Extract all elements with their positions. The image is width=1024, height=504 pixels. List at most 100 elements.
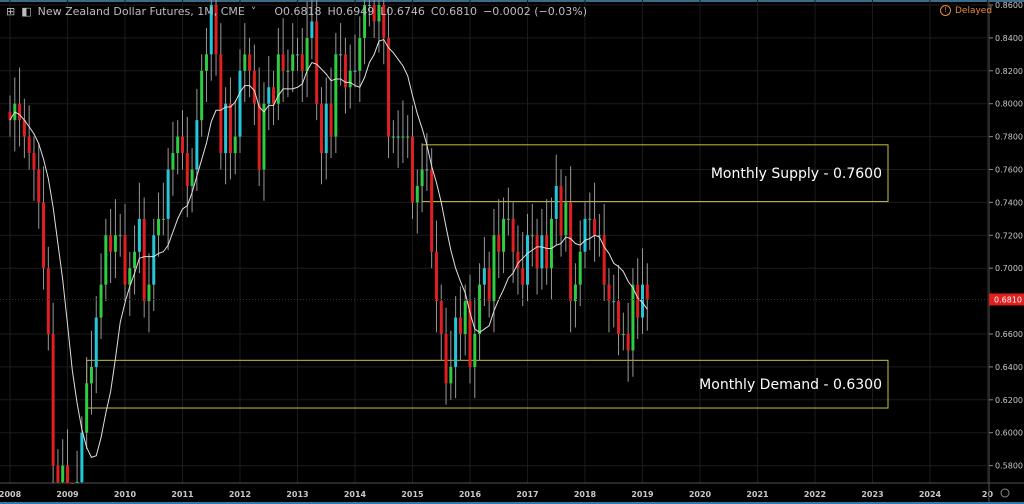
candle-body [564,202,568,236]
candle-body [506,218,510,220]
candle-body [75,482,79,484]
candle-body [502,218,506,252]
candle-body [617,301,621,334]
candle-body [181,136,184,154]
supply-zone-label: Monthly Supply - 0.7600 [711,166,882,182]
grid-icon[interactable]: ⊞ [6,5,15,18]
y-tick-label: 0.7000 [995,264,1023,273]
candle-body [583,218,587,252]
candle-body [248,54,252,71]
candle-body [526,235,529,285]
candle-body [286,70,290,72]
candle-body [626,334,630,351]
warning-icon: ! [940,5,951,16]
high-value: H0.6949 [327,5,375,18]
candle-body [554,185,558,219]
x-tick-label: 2020 [689,490,712,499]
y-tick-label: 0.8000 [995,100,1023,109]
candle-body [621,334,625,335]
last-price-label: 0.6810 [994,295,1022,304]
candle-body [262,103,266,170]
candle-body [420,169,424,186]
candle-body [636,284,640,318]
candle-body [118,235,122,237]
candle-body [267,87,271,104]
candle-body [319,103,323,154]
candle-body [109,235,113,252]
settings-gear-icon [1000,488,1010,498]
candle-body [411,136,414,203]
candle-body [549,218,553,269]
x-tick-label: 2011 [171,490,194,499]
candle-body [578,251,582,285]
flag-icon[interactable]: ◧ [21,5,31,18]
x-tick-label: 2019 [631,490,654,499]
candle-body [219,54,223,154]
candle-body [478,284,482,334]
candle-body [463,301,467,334]
candle-body [104,235,108,285]
demand-zone-label: Monthly Demand - 0.6300 [699,377,882,393]
close-value: C0.6810 [430,5,478,18]
candle-body [329,103,333,137]
candle-body [387,37,391,137]
candle-body [305,37,309,71]
candle-body [535,235,539,269]
y-tick-label: 0.7600 [995,166,1023,175]
candle-body [37,169,41,203]
candle-body [157,218,161,236]
candle-body [569,202,573,302]
candle-body [42,202,46,269]
candle-body [137,218,141,252]
y-tick-label: 0.7800 [995,133,1023,142]
candle-body [204,54,208,71]
candle-body [195,120,199,170]
candle-body [593,218,597,236]
candle-body [645,284,649,300]
x-tick-label: 2018 [574,490,597,499]
y-tick-label: 0.6200 [995,396,1023,405]
candle-body [439,301,443,334]
candle-body [353,70,357,72]
candle-body [425,169,429,171]
change-value: −0.0002 (−0.03%) [483,5,588,18]
candle-body [315,21,319,104]
candle-body [434,251,438,302]
x-tick-label: 2017 [516,490,538,499]
candle-body [66,465,69,483]
y-tick-label: 0.7200 [995,231,1023,240]
x-tick-label: 2021 [746,490,769,499]
open-value: O0.6818 [274,5,322,18]
candle-body [147,284,151,302]
candle-body [18,103,22,121]
candle-body [482,268,486,285]
candle-body [142,218,146,302]
x-tick-label: 2016 [459,490,482,499]
candle-body [391,136,395,138]
candle-body [296,54,299,56]
y-tick-label: 0.8200 [995,67,1023,76]
candle-body [324,103,328,154]
symbol-title[interactable]: New Zealand Dollar Futures, 1M, CME [38,5,245,18]
candle-body [449,366,453,384]
candle-body [454,317,458,367]
y-tick-label: 0.5800 [995,462,1023,471]
candle-body [559,185,563,236]
candle-body [161,218,165,220]
candle-body [70,483,74,484]
delayed-badge[interactable]: ! Delayed [940,5,992,16]
candle-body [80,432,84,483]
chevron-down-icon[interactable]: ˅ [251,5,257,18]
candle-body [588,218,592,220]
candle-body [272,87,276,104]
x-tick-label: 2014 [344,490,367,499]
price-chart[interactable]: 0.8600 0.8400 0.8200 0.8000 0.7800 0.7600 0.74… [0,0,1024,504]
candle-body [458,317,462,334]
candle-body [415,185,419,203]
candle-body [281,54,285,71]
y-tick-label: 0.6600 [995,330,1023,339]
candle-body [473,334,477,367]
candle-body [497,235,501,252]
candle-body [300,54,304,71]
x-tick-label: 2008 [0,490,22,499]
